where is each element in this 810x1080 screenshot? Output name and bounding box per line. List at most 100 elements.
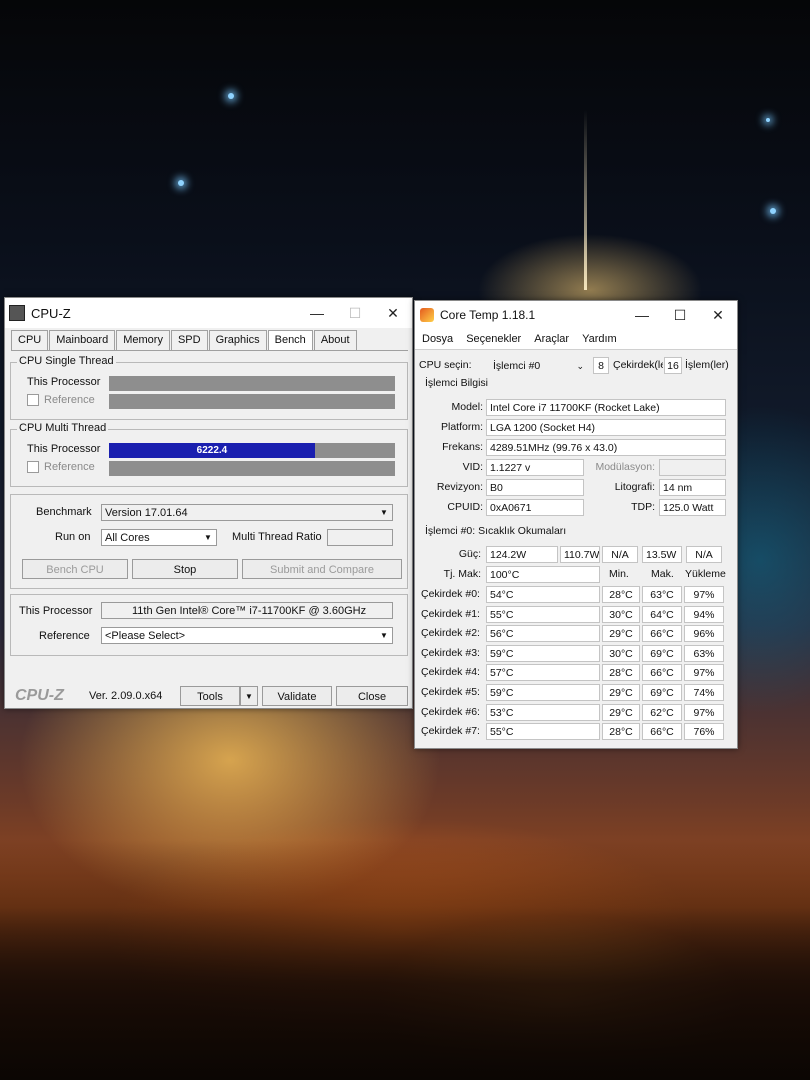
coretemp-titlebar[interactable]: Core Temp 1.18.1 — ☐ ✕	[415, 301, 737, 329]
tools-dropdown[interactable]: ▼	[240, 686, 258, 706]
core-min-temperature: 29°C	[602, 684, 640, 701]
maximize-icon[interactable]: ☐	[336, 298, 374, 328]
minimize-icon[interactable]: —	[298, 298, 336, 328]
core-label: Çekirdek #1:	[421, 607, 480, 620]
chevron-down-icon: ⌄	[576, 361, 584, 371]
single-reference-label: Reference	[44, 394, 95, 406]
tab-mainboard[interactable]: Mainboard	[49, 330, 116, 350]
submit-and-compare-button[interactable]: Submit and Compare	[242, 559, 402, 579]
core-load: 94%	[684, 605, 724, 623]
core-label: Çekirdek #2:	[421, 627, 480, 640]
core-min-temperature: 28°C	[602, 664, 640, 682]
multi-this-processor-bar: 6222.4	[109, 443, 395, 458]
cpuz-window[interactable]: CPU-Z — ☐ ✕ CPU Mainboard Memory SPD Gra…	[4, 297, 413, 709]
power-value-uncore: 13.5W	[642, 546, 682, 563]
star-decoration	[766, 118, 770, 122]
core-label: Çekirdek #0:	[421, 588, 480, 600]
core-max-temperature: 63°C	[642, 586, 682, 603]
single-thread-title: CPU Single Thread	[17, 355, 116, 367]
maximize-icon[interactable]: ☐	[661, 301, 699, 329]
light-beam	[584, 110, 587, 290]
core-min-temperature: 28°C	[602, 723, 640, 741]
stop-button[interactable]: Stop	[132, 559, 238, 579]
multi-reference-checkbox[interactable]	[27, 461, 39, 473]
load-column-header: Yükleme	[685, 568, 726, 580]
core-max-temperature: 66°C	[642, 664, 682, 682]
cpu-select-value: İşlemci #0	[493, 360, 541, 372]
core-max-temperature: 62°C	[642, 703, 682, 721]
core-load: 97%	[684, 586, 724, 603]
multi-thread-ratio-label: Multi Thread Ratio	[232, 531, 322, 543]
single-reference-checkbox[interactable]	[27, 394, 39, 406]
model-value: Intel Core i7 11700KF (Rocket Lake)	[486, 399, 726, 416]
chevron-down-icon: ▼	[204, 533, 212, 542]
close-button[interactable]: Close	[336, 686, 408, 706]
cpuz-version: Ver. 2.09.0.x64	[89, 690, 163, 702]
core-temperature: 59°C	[486, 684, 600, 701]
coretemp-app-icon	[420, 308, 434, 322]
platform-label: Platform:	[440, 421, 483, 433]
cpu-select-dropdown[interactable]: İşlemci #0 ⌄	[489, 357, 589, 374]
min-column-header: Min.	[609, 568, 629, 580]
core-max-temperature: 69°C	[642, 644, 682, 662]
cores-count: 8	[593, 357, 609, 374]
cpuid-label: CPUID:	[447, 501, 483, 513]
tab-bench[interactable]: Bench	[267, 330, 313, 350]
tab-memory[interactable]: Memory	[116, 330, 170, 350]
tab-cpu[interactable]: CPU	[11, 330, 49, 350]
core-load: 97%	[684, 664, 724, 682]
core-max-temperature: 69°C	[642, 684, 682, 701]
core-label: Çekirdek #3:	[421, 646, 480, 659]
cpuz-titlebar[interactable]: CPU-Z — ☐ ✕	[5, 298, 412, 328]
menu-secenekler[interactable]: Seçenekler	[466, 333, 521, 345]
core-temperature: 59°C	[486, 644, 600, 662]
core-temperature: 56°C	[486, 625, 600, 643]
reference-label: Reference	[39, 630, 90, 642]
coretemp-window[interactable]: Core Temp 1.18.1 — ☐ ✕ Dosya Seçenekler …	[414, 300, 738, 749]
lithography-value: 14 nm	[659, 479, 726, 496]
multi-reference-bar	[109, 461, 395, 476]
multi-thread-title: CPU Multi Thread	[17, 422, 109, 434]
reference-select[interactable]: <Please Select> ▼	[101, 627, 393, 644]
cpuz-window-title: CPU-Z	[31, 305, 71, 321]
bench-cpu-button[interactable]: Bench CPU	[22, 559, 128, 579]
multi-this-processor-label: This Processor	[27, 443, 101, 455]
power-label: Güç:	[458, 548, 481, 560]
frequency-label: Frekans:	[442, 441, 483, 453]
cpu-select-label: CPU seçin:	[419, 359, 472, 371]
close-icon[interactable]: ✕	[699, 301, 737, 329]
tab-about[interactable]: About	[313, 330, 357, 350]
minimize-icon[interactable]: —	[623, 301, 661, 329]
multi-reference-label: Reference	[44, 461, 95, 473]
this-processor-value: 11th Gen Intel® Core™ i7-11700KF @ 3.60G…	[132, 605, 367, 617]
threads-label: İşlem(ler)	[685, 359, 729, 371]
multi-score-value: 6222.4	[196, 445, 228, 456]
power-value-graphics: N/A	[602, 546, 638, 563]
tab-spd[interactable]: SPD	[170, 330, 208, 350]
core-min-temperature: 28°C	[602, 586, 640, 603]
close-icon[interactable]: ✕	[374, 298, 412, 328]
core-min-temperature: 30°C	[602, 644, 640, 662]
core-max-temperature: 66°C	[642, 723, 682, 741]
max-column-header: Mak.	[651, 568, 674, 580]
reference-value: <Please Select>	[105, 630, 186, 642]
benchmark-version-select[interactable]: Version 17.01.64 ▼	[101, 504, 393, 521]
frequency-value: 4289.51MHz (99.76 x 43.0)	[486, 439, 726, 456]
menu-araclar[interactable]: Araçlar	[534, 333, 569, 345]
lithography-label: Litografi:	[614, 481, 655, 493]
multi-thread-group: CPU Multi Thread This Processor 6222.4 R…	[10, 422, 408, 487]
landscape-foreground	[0, 840, 810, 1080]
validate-button[interactable]: Validate	[262, 686, 332, 706]
core-temperature: 53°C	[486, 703, 600, 721]
threads-count: 16	[664, 357, 682, 374]
single-reference-bar	[109, 394, 395, 409]
platform-value: LGA 1200 (Socket H4)	[486, 419, 726, 436]
run-on-select[interactable]: All Cores ▼	[101, 529, 217, 546]
benchmark-label: Benchmark	[36, 506, 92, 518]
chevron-down-icon: ▼	[380, 508, 388, 517]
tab-graphics[interactable]: Graphics	[208, 330, 267, 350]
tjmax-label: Tj. Mak:	[443, 568, 481, 580]
menu-dosya[interactable]: Dosya	[422, 333, 453, 345]
menu-yardim[interactable]: Yardım	[582, 333, 617, 345]
tools-button[interactable]: Tools	[180, 686, 240, 706]
